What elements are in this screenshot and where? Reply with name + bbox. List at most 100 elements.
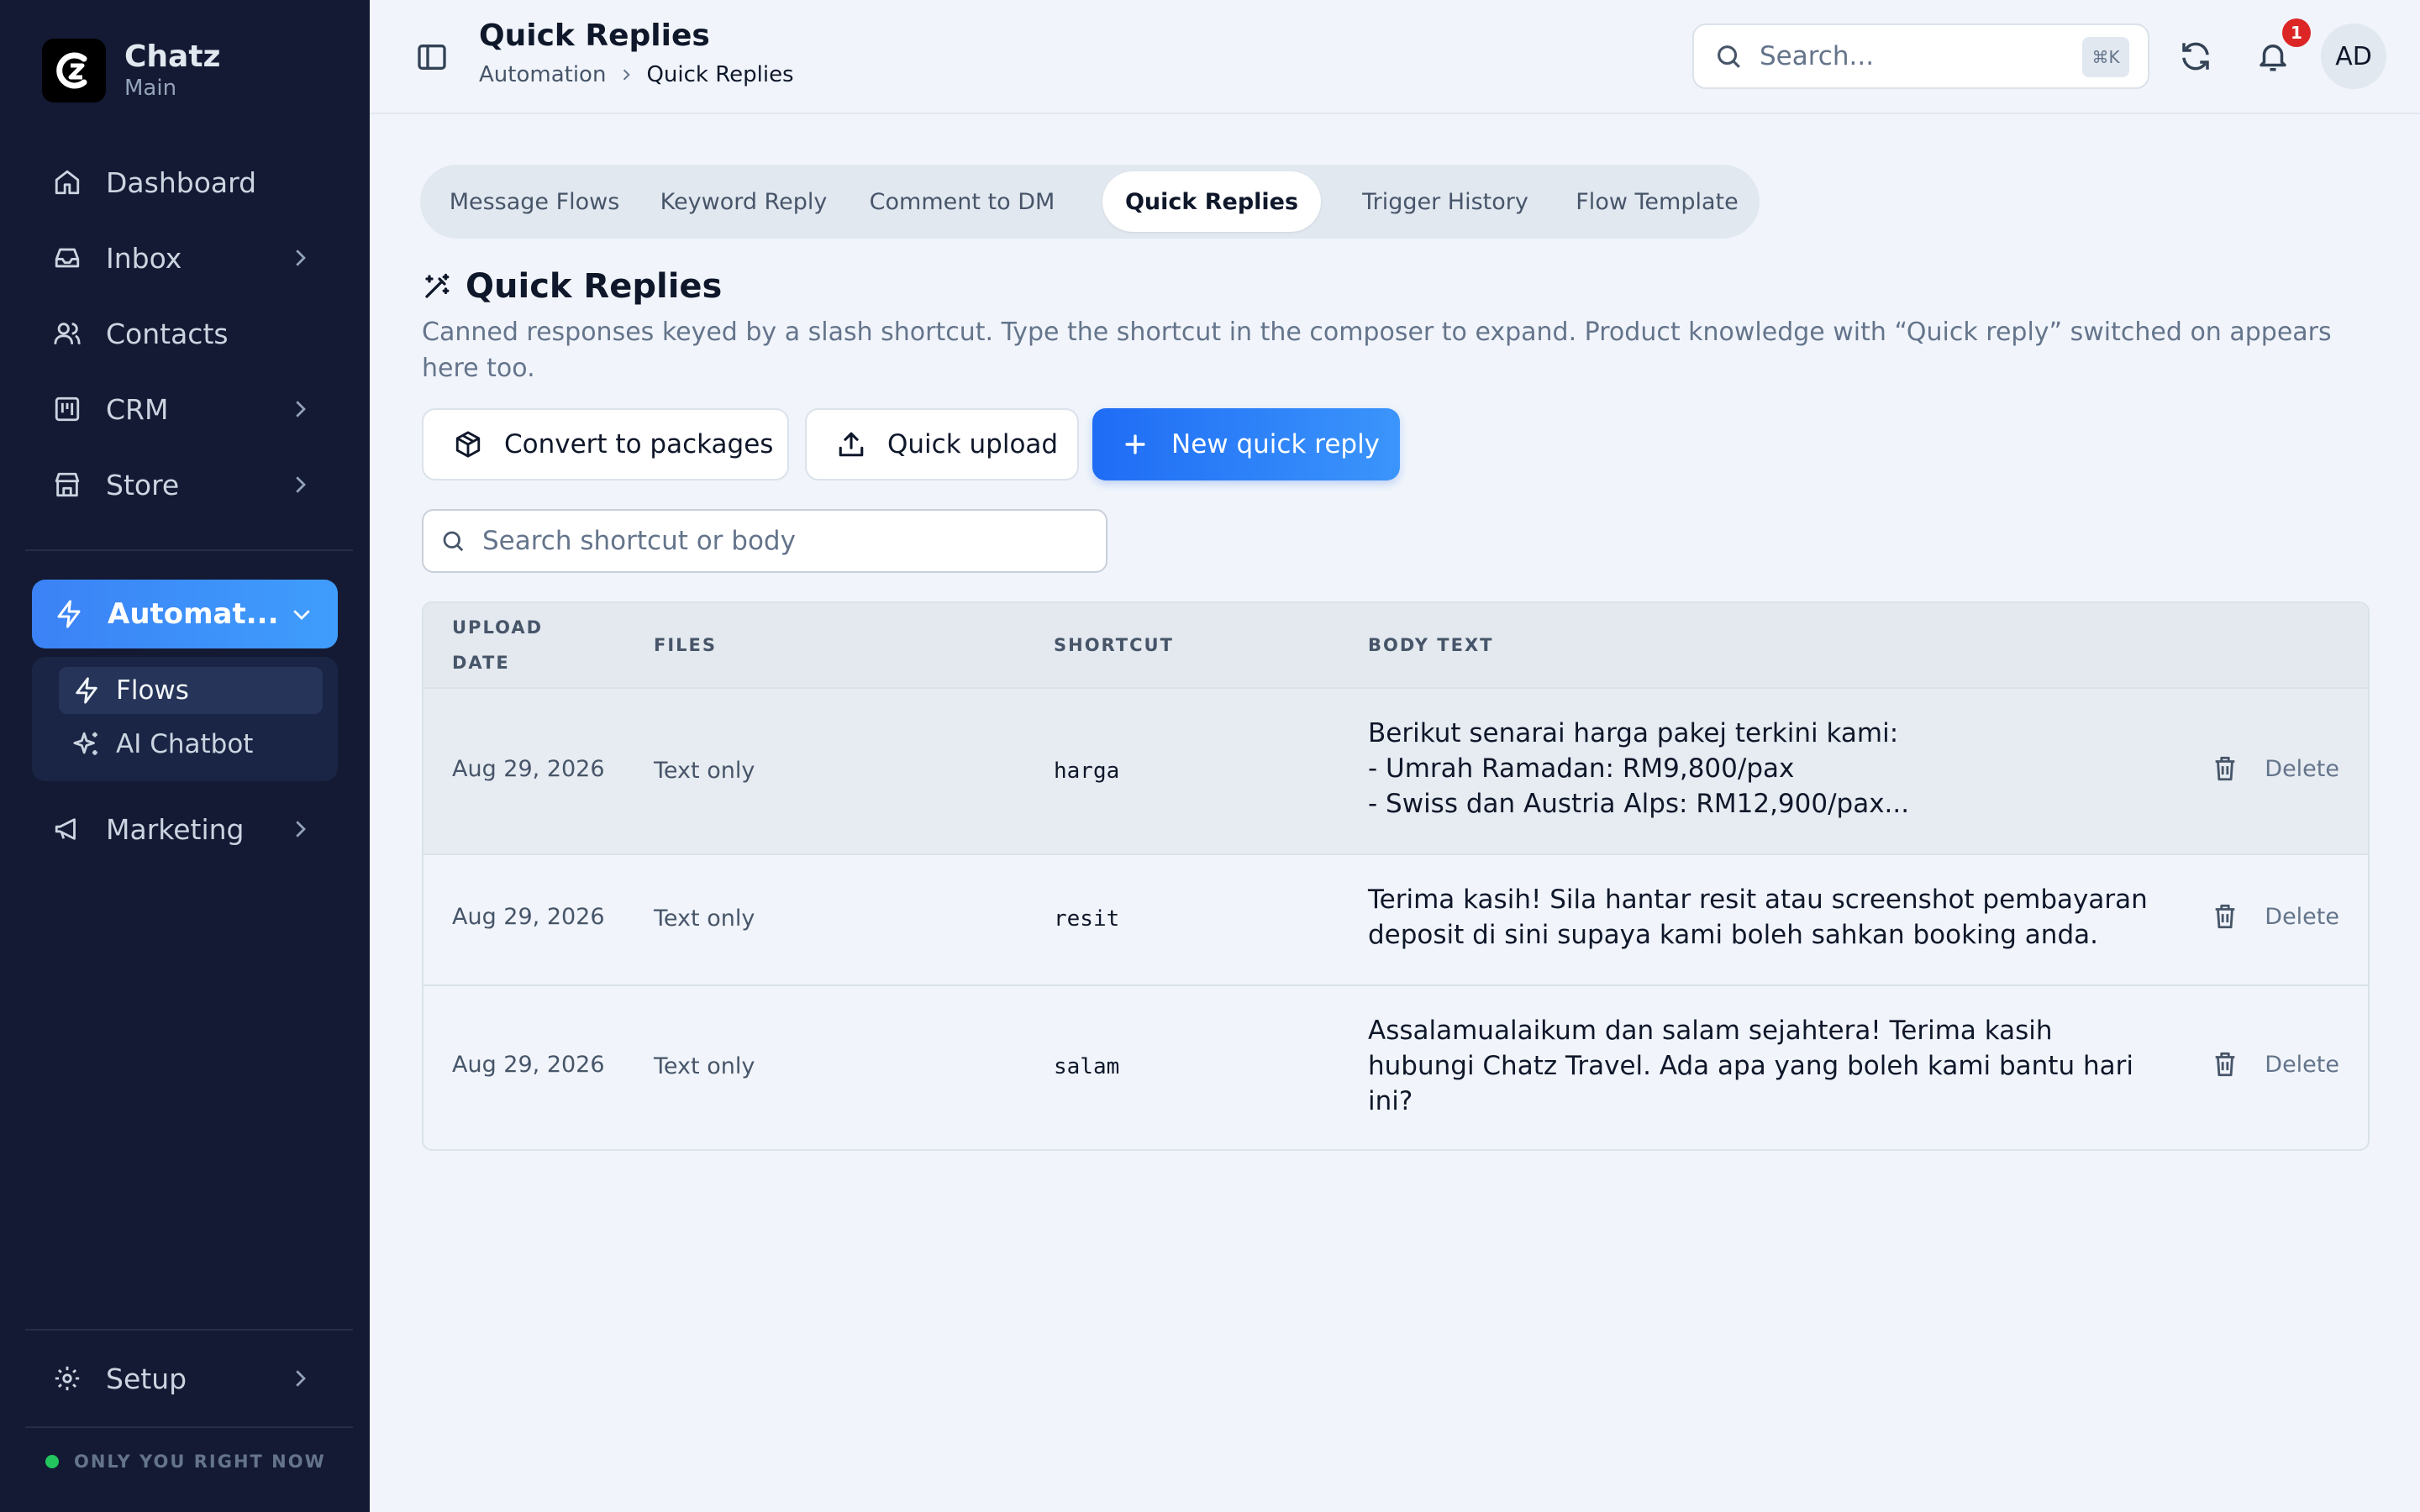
delete-button[interactable]: Delete (2211, 902, 2339, 931)
presence-label: ONLY YOU RIGHT NOW (74, 1452, 326, 1472)
files-type: Text only (654, 906, 755, 932)
files-type: Text only (654, 1053, 755, 1079)
section-title-text: Quick Replies (466, 267, 723, 306)
delete-label: Delete (2265, 903, 2339, 930)
bell-icon[interactable] (2255, 39, 2291, 74)
tab-keyword-reply[interactable]: Keyword Reply (644, 171, 844, 232)
trash-icon (2215, 756, 2235, 781)
files-type: Text only (654, 758, 755, 784)
body-text: Assalamualaikum dan salam sejahtera! Ter… (1368, 1016, 2133, 1116)
sidebar-item-automation[interactable]: Automat... (32, 580, 338, 648)
page-title: Quick Replies (479, 18, 710, 53)
quick-reply-search-input[interactable]: Search shortcut or body (422, 509, 1107, 573)
breadcrumb-current: Quick Replies (646, 62, 794, 87)
tab-message-flows[interactable]: Message Flows (434, 171, 635, 232)
new-quick-reply-button[interactable]: New quick reply (1092, 408, 1400, 480)
sidebar-item-inbox[interactable]: Inbox (32, 225, 338, 291)
sidebar-item-label: Marketing (106, 812, 245, 846)
sidebar-divider (25, 549, 353, 551)
keyboard-shortcut-hint: ⌘K (2082, 37, 2129, 77)
upload-date: Aug 29, 2026 (452, 1052, 605, 1078)
column-header-shortcut: SHORTCUT (1054, 635, 1174, 655)
sidebar-item-label: Inbox (106, 241, 182, 275)
package-icon (455, 431, 481, 458)
chevron-right-icon (623, 69, 631, 81)
delete-button[interactable]: Delete (2211, 1050, 2339, 1079)
quick-upload-button[interactable]: Quick upload (805, 408, 1079, 480)
automation-tabs: Message Flows Keyword Reply Comment to D… (420, 165, 1760, 239)
kanban-icon (52, 394, 82, 424)
tab-quick-replies[interactable]: Quick Replies (1102, 171, 1321, 232)
convert-to-packages-button[interactable]: Convert to packages (422, 408, 789, 480)
chevron-right-icon (296, 1370, 306, 1387)
users-icon (52, 318, 82, 349)
zap-icon (72, 676, 101, 705)
chevron-right-icon (296, 476, 306, 493)
sidebar-item-label: CRM (106, 392, 169, 426)
shortcut: resit (1054, 906, 1120, 932)
convert-to-packages-label: Convert to packages (504, 429, 774, 459)
refresh-icon[interactable] (2178, 39, 2213, 74)
chevron-right-icon (296, 401, 306, 417)
sidebar-toggle-icon[interactable] (415, 40, 449, 74)
body-text: Terima kasih! Sila hantar resit atau scr… (1368, 885, 2148, 950)
shortcut: salam (1054, 1054, 1120, 1079)
tab-trigger-history[interactable]: Trigger History (1339, 171, 1551, 232)
chevron-right-icon (296, 249, 306, 266)
online-dot (45, 1455, 59, 1468)
delete-button[interactable]: Delete (2211, 754, 2339, 783)
tab-flow-template[interactable]: Flow Template (1563, 171, 1751, 232)
notification-badge: 1 (2282, 18, 2311, 47)
table-row[interactable]: Aug 29, 2026 Text only harga Berikut sen… (424, 689, 2368, 855)
sidebar-subitem-label: Flows (116, 675, 189, 706)
upload-date: Aug 29, 2026 (452, 904, 605, 930)
sidebar-item-label: Contacts (106, 317, 229, 350)
column-header-upload: UPLOAD (452, 617, 544, 638)
global-search-placeholder: Search... (1760, 41, 1875, 71)
automation-subnav: Flows AI Chatbot (32, 657, 338, 781)
gear-icon (52, 1363, 82, 1394)
global-search-input[interactable]: Search... ⌘K (1692, 24, 2149, 89)
table-header: UPLOAD DATE FILES SHORTCUT BODY TEXT (424, 603, 2368, 689)
presence-status: ONLY YOU RIGHT NOW (45, 1452, 326, 1472)
sidebar-item-crm[interactable]: CRM (32, 376, 338, 442)
sidebar-item-setup[interactable]: Setup (32, 1346, 338, 1411)
trash-icon (2215, 1052, 2235, 1077)
sidebar-item-label: Setup (106, 1362, 187, 1395)
megaphone-icon (52, 814, 82, 844)
delete-label: Delete (2265, 755, 2339, 782)
table-row[interactable]: Aug 29, 2026 Text only salam Assalamuala… (424, 986, 2368, 1149)
delete-label: Delete (2265, 1051, 2339, 1078)
quick-replies-table: UPLOAD DATE FILES SHORTCUT BODY TEXT Aug… (422, 601, 2370, 1151)
sidebar-subitem-flows[interactable]: Flows (59, 667, 323, 714)
sidebar-item-marketing[interactable]: Marketing (32, 796, 338, 862)
shortcut: harga (1054, 759, 1120, 784)
avatar[interactable]: AD (2321, 24, 2386, 89)
plus-icon (1125, 434, 1145, 454)
sidebar-item-label: Dashboard (106, 165, 257, 199)
sidebar-item-contacts[interactable]: Contacts (32, 301, 338, 366)
column-header-files: FILES (654, 635, 718, 655)
body-text: Berikut senarai harga pakej terkini kami… (1368, 718, 1910, 819)
brand[interactable]: Chatz Main (42, 39, 221, 102)
sidebar-subitem-ai-chatbot[interactable]: AI Chatbot (59, 721, 323, 768)
store-icon (52, 470, 82, 500)
magic-wand-icon (425, 273, 450, 298)
upload-icon (839, 432, 864, 457)
brand-name: Chatz (124, 39, 221, 74)
sparkles-icon (72, 730, 101, 759)
new-quick-reply-label: New quick reply (1171, 429, 1381, 459)
section-description: Canned responses keyed by a slash shortc… (422, 318, 2332, 383)
home-icon (52, 167, 82, 197)
search-icon (443, 531, 464, 552)
table-row[interactable]: Aug 29, 2026 Text only resit Terima kasi… (424, 855, 2368, 986)
sidebar-divider (25, 1329, 353, 1331)
chevron-down-icon (293, 610, 310, 620)
search-icon (1718, 45, 1740, 68)
sidebar-item-dashboard[interactable]: Dashboard (32, 150, 338, 215)
breadcrumb-automation[interactable]: Automation (479, 62, 606, 87)
sidebar-item-label: Store (106, 468, 180, 501)
zap-icon (54, 599, 84, 629)
sidebar-item-store[interactable]: Store (32, 452, 338, 517)
tab-comment-to-dm[interactable]: Comment to DM (850, 171, 1074, 232)
